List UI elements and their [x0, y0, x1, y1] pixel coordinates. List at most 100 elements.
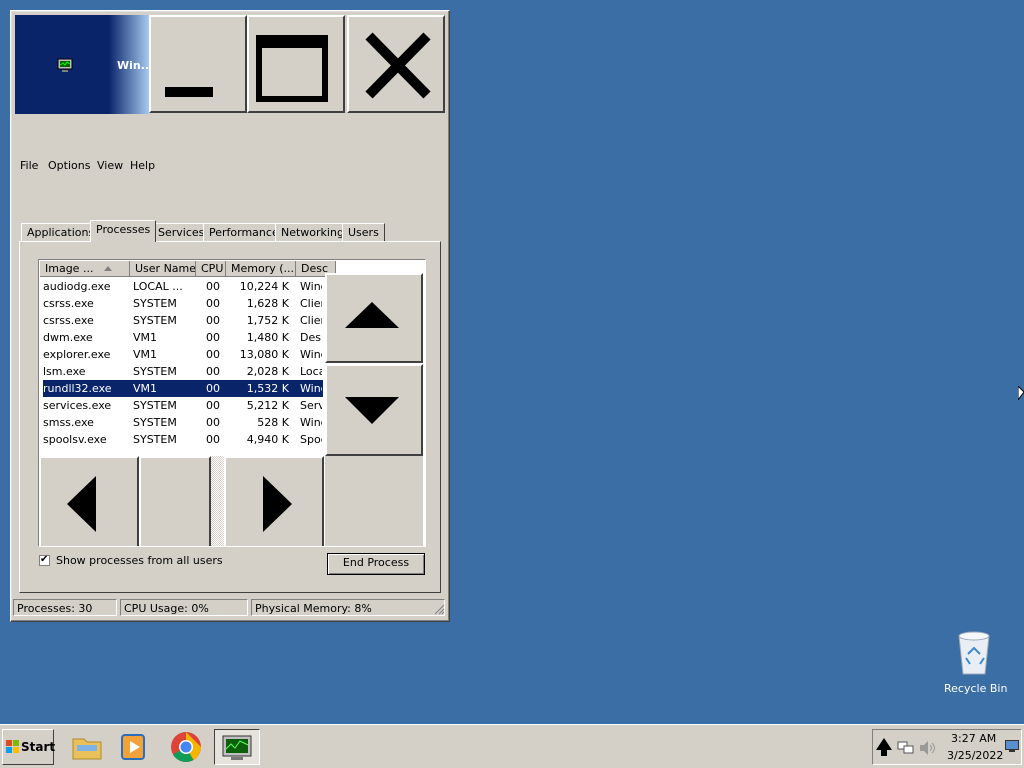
status-cpu-usage: CPU Usage: 0%	[120, 599, 248, 616]
recycle-bin-icon	[958, 631, 990, 675]
close-button[interactable]	[347, 15, 445, 113]
show-desktop-icon[interactable]	[1005, 740, 1019, 752]
table-row[interactable]: csrss.exe SYSTEM 00 1,752 K Clier	[43, 312, 323, 329]
table-row[interactable]: smss.exe SYSTEM 00 528 K Wind	[43, 414, 323, 431]
table-row[interactable]: rundll32.exe VM1 00 1,532 K Wind	[43, 380, 323, 397]
scroll-down-button[interactable]	[325, 364, 423, 456]
tab-networking[interactable]: Networking	[275, 223, 350, 241]
resize-grip-icon[interactable]	[433, 603, 445, 615]
cpu-cell: 00	[206, 331, 220, 344]
user-name-cell: LOCAL ...	[133, 280, 183, 293]
taskbar-task-manager-button[interactable]	[214, 729, 260, 765]
volume-icon[interactable]	[919, 740, 937, 756]
mouse-pointer-icon	[1018, 386, 1024, 400]
description-cell: Wind	[300, 382, 322, 395]
taskbar-explorer-button[interactable]	[67, 729, 107, 765]
cpu-cell: 00	[206, 382, 220, 395]
description-cell: Desk	[300, 331, 322, 344]
table-row[interactable]: lsm.exe SYSTEM 00 2,028 K Loca	[43, 363, 323, 380]
tab-services[interactable]: Services	[152, 223, 211, 241]
process-list[interactable]: Image ... User Name CPU Memory (... Desc…	[38, 259, 426, 547]
recycle-bin-desktop-icon[interactable]: Recycle Bin	[944, 630, 1007, 696]
column-header-label: Image ...	[45, 262, 94, 275]
table-row[interactable]: explorer.exe VM1 00 13,080 K Wind	[43, 346, 323, 363]
scroll-up-button[interactable]	[325, 273, 423, 363]
table-row[interactable]: spoolsv.exe SYSTEM 00 4,940 K Spoo	[43, 431, 323, 448]
start-label: Start	[21, 740, 56, 754]
image-name-cell: csrss.exe	[43, 297, 94, 310]
system-tray: 3:27 AM 3/25/2022	[872, 729, 1022, 765]
end-process-button[interactable]: End Process	[327, 553, 425, 575]
scroll-left-button[interactable]	[39, 456, 139, 546]
down-arrow-icon	[345, 397, 399, 424]
user-name-cell: SYSTEM	[133, 365, 177, 378]
table-row[interactable]: audiodg.exe LOCAL ... 00 10,224 K Wind	[43, 278, 323, 295]
tab-applications[interactable]: Applications	[21, 223, 101, 241]
table-row[interactable]: csrss.exe SYSTEM 00 1,628 K Clier	[43, 295, 323, 312]
sort-ascending-icon	[104, 266, 112, 271]
user-name-cell: VM1	[133, 348, 158, 361]
column-header-cpu[interactable]: CPU	[196, 261, 226, 277]
title-bar[interactable]: Win...	[15, 15, 153, 114]
description-cell: Clier	[300, 314, 322, 327]
media-player-icon	[121, 734, 145, 760]
show-all-users-label[interactable]: Show processes from all users	[56, 554, 223, 567]
cpu-cell: 00	[206, 399, 220, 412]
description-cell: Spoo	[300, 433, 322, 446]
tab-performance[interactable]: Performance	[203, 223, 285, 241]
table-row[interactable]: dwm.exe VM1 00 1,480 K Desk	[43, 329, 323, 346]
tab-processes[interactable]: Processes	[90, 220, 157, 242]
taskbar-chrome-button[interactable]	[166, 729, 206, 765]
cpu-cell: 00	[206, 297, 220, 310]
image-name-cell: csrss.exe	[43, 314, 94, 327]
menu-view[interactable]: View	[97, 159, 123, 172]
memory-cell: 1,532 K	[246, 382, 289, 395]
image-name-cell: services.exe	[43, 399, 112, 412]
menu-file[interactable]: File	[20, 159, 38, 172]
folder-icon	[72, 738, 102, 760]
image-name-cell: smss.exe	[43, 416, 94, 429]
show-hidden-icons-icon[interactable]	[875, 736, 893, 758]
menu-help[interactable]: Help	[130, 159, 155, 172]
image-name-cell: explorer.exe	[43, 348, 111, 361]
image-name-cell: dwm.exe	[43, 331, 93, 344]
windows-logo-icon	[6, 740, 19, 753]
memory-cell: 5,212 K	[246, 399, 289, 412]
up-arrow-icon	[345, 302, 399, 328]
column-header-memory[interactable]: Memory (...	[226, 261, 296, 277]
horizontal-scroll-track[interactable]	[139, 456, 225, 546]
cpu-cell: 00	[206, 314, 220, 327]
memory-cell: 528 K	[257, 416, 289, 429]
minimize-button[interactable]	[149, 15, 247, 113]
window-title: Win...	[117, 59, 154, 72]
column-header-image-name[interactable]: Image ...	[40, 261, 130, 277]
column-header-user-name[interactable]: User Name	[130, 261, 196, 277]
left-arrow-icon	[67, 476, 96, 532]
description-cell: Wind	[300, 348, 322, 361]
maximize-button[interactable]	[247, 15, 345, 113]
memory-cell: 2,028 K	[246, 365, 289, 378]
close-icon	[365, 32, 431, 99]
user-name-cell: VM1	[133, 382, 158, 395]
menu-options[interactable]: Options	[48, 159, 90, 172]
clock-time[interactable]: 3:27 AM	[951, 732, 996, 745]
clock-date[interactable]: 3/25/2022	[947, 749, 1003, 762]
cpu-cell: 00	[206, 433, 220, 446]
task-manager-window: Win... File Options View Help Applicatio…	[10, 10, 450, 622]
horizontal-scroll-thumb[interactable]	[139, 456, 211, 546]
description-cell: Wind	[300, 416, 322, 429]
scroll-right-button[interactable]	[224, 456, 324, 546]
user-name-cell: SYSTEM	[133, 297, 177, 310]
table-row[interactable]: services.exe SYSTEM 00 5,212 K Serv	[43, 397, 323, 414]
show-all-users-checkbox[interactable]: ✔	[39, 554, 50, 566]
network-icon[interactable]	[897, 740, 915, 756]
status-processes: Processes: 30	[13, 599, 117, 616]
start-button[interactable]: Start	[2, 729, 56, 765]
cpu-cell: 00	[206, 365, 220, 378]
user-name-cell: SYSTEM	[133, 399, 177, 412]
cpu-cell: 00	[206, 348, 220, 361]
cpu-cell: 00	[206, 280, 220, 293]
tab-users[interactable]: Users	[342, 223, 385, 241]
taskbar-media-player-button[interactable]	[114, 729, 154, 765]
description-cell: Clier	[300, 297, 322, 310]
